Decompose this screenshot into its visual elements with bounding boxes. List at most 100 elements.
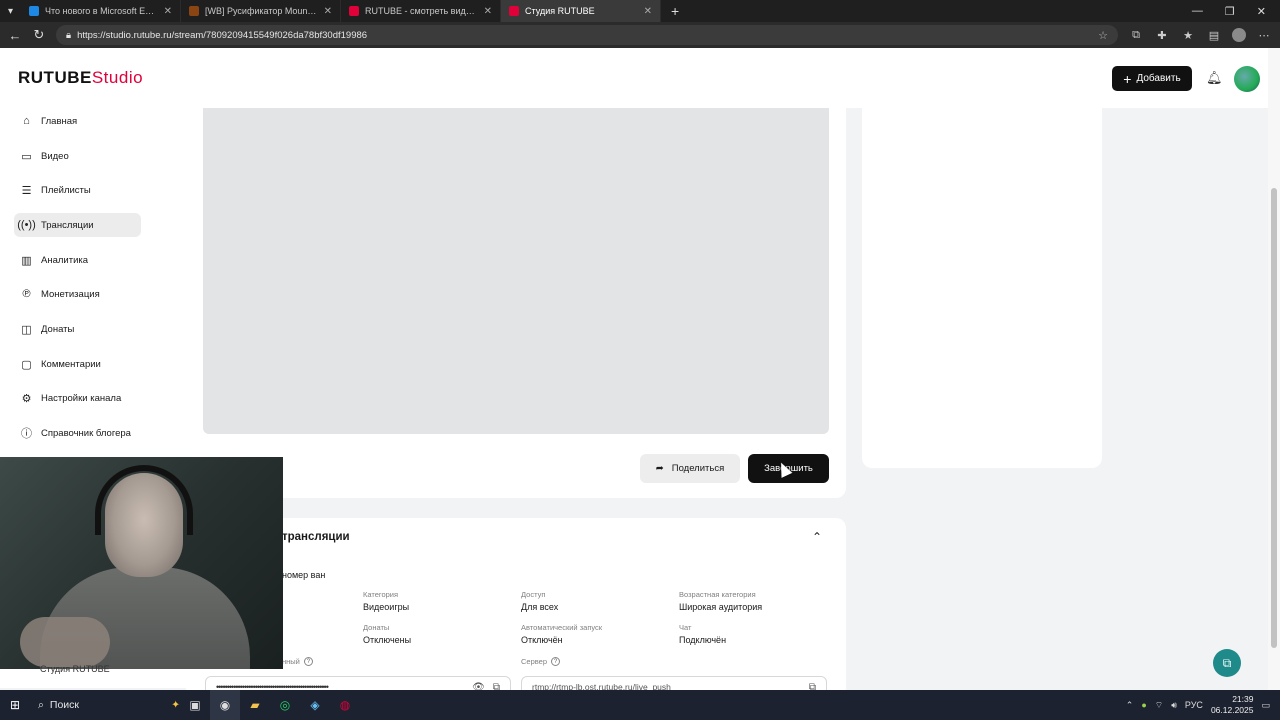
system-tray: ⌃ ● ⌔ 🔊︎ РУС 21:39 06.12.2025 ▭	[1126, 694, 1280, 716]
network-icon[interactable]: ⌔	[1155, 700, 1163, 711]
logo-main: RUTUBE	[18, 68, 92, 87]
stream-name: номер ван	[282, 570, 326, 580]
home-icon: ⌂	[23, 115, 30, 127]
help-icon[interactable]: ?	[551, 657, 561, 666]
sidebar-item-label: Комментарии	[41, 358, 101, 370]
sidebar-item-label: Видео	[41, 150, 69, 162]
add-button[interactable]: + Добавить	[1112, 66, 1192, 91]
sidebar-item-comments[interactable]: ▢ Комментарии	[14, 352, 141, 376]
site-favicon-icon	[189, 6, 200, 16]
field-value: Видеоигры	[363, 602, 410, 612]
stream-key-label: нный ?	[282, 657, 313, 666]
reload-icon[interactable]: ↻	[32, 27, 46, 43]
windows-start-icon[interactable]: ⊞	[0, 698, 30, 712]
sidebar-item-label: Трансляции	[41, 219, 94, 231]
language-indicator[interactable]: РУС	[1185, 700, 1203, 710]
stream-key-label-text: нный	[282, 657, 300, 666]
browser-tab-2[interactable]: RUTUBE - смотреть видео онлайн ✕	[341, 0, 502, 22]
sidebar-item-donations[interactable]: ◫ Донаты	[14, 317, 141, 341]
webcam-overlay	[0, 457, 283, 669]
donate-icon: ◫	[21, 323, 32, 336]
close-tab-icon[interactable]: ✕	[484, 6, 492, 17]
obs-icon[interactable]: ◍	[330, 690, 360, 720]
browser-tab-3[interactable]: Студия RUTUBE ✕	[501, 0, 662, 22]
close-tab-icon[interactable]: ✕	[644, 6, 652, 17]
maximize-icon[interactable]: ❐	[1225, 5, 1235, 18]
field-donations: Донаты Отключены	[363, 623, 411, 645]
edge-favicon-icon	[29, 6, 40, 16]
split-screen-icon[interactable]: ⧉	[1128, 29, 1144, 42]
minimize-icon[interactable]: —	[1192, 5, 1203, 18]
browser-addressbar: ← ↻ 🔒︎ https://studio.rutube.ru/stream/7…	[0, 22, 1280, 48]
tray-expand-icon[interactable]: ⌃	[1126, 700, 1134, 711]
user-avatar[interactable]	[1234, 66, 1260, 92]
field-label: Чат	[679, 623, 692, 632]
extensions-icon[interactable]: ✚	[1154, 29, 1170, 42]
field-value: Отключён	[521, 635, 563, 645]
sidebar-item-label: Аналитика	[41, 254, 89, 266]
field-label: Донаты	[363, 623, 390, 632]
help-icon[interactable]: ?	[303, 657, 313, 666]
stream-card: ➦ Поделиться Завершить	[186, 108, 846, 498]
sidebar-item-analytics[interactable]: ▥ Аналитика	[14, 248, 141, 272]
task-view-icon[interactable]: ▣	[180, 690, 210, 720]
close-tab-icon[interactable]: ✕	[324, 6, 332, 17]
new-tab-button[interactable]: +	[661, 3, 689, 19]
server-label-text: Сервер	[521, 657, 548, 666]
collections-icon[interactable]: ▤	[1206, 29, 1222, 42]
steam-icon[interactable]: ◈	[300, 690, 330, 720]
scrollbar-thumb[interactable]	[1271, 188, 1277, 648]
volume-icon[interactable]: 🔊︎	[1171, 700, 1177, 711]
sidebar-item-channel-settings[interactable]: ⚙ Настройки канала	[14, 386, 141, 410]
field-chat: Чат Подключён	[679, 623, 726, 645]
sidebar-item-streams[interactable]: ((•)) Трансляции	[14, 213, 141, 237]
notifications-bell-icon[interactable]: 🔔︎	[1206, 70, 1223, 86]
rutube-favicon-icon	[349, 6, 360, 16]
video-icon: ▭	[21, 150, 32, 163]
favorites-icon[interactable]: ★	[1180, 29, 1196, 42]
sidebar-item-label: Главная	[41, 115, 78, 127]
rutube-studio-logo[interactable]: RUTUBEStudio	[18, 68, 143, 88]
close-tab-icon[interactable]: ✕	[164, 6, 172, 17]
clock[interactable]: 21:39 06.12.2025	[1211, 694, 1254, 716]
tab-actions-icon[interactable]: ▾	[0, 6, 21, 17]
edge-taskbar-icon[interactable]: ◉	[210, 690, 240, 720]
profile-avatar[interactable]	[1232, 28, 1246, 42]
notifications-icon[interactable]: ▭	[1261, 700, 1270, 711]
more-menu-icon[interactable]: ⋯	[1256, 29, 1272, 42]
url-field[interactable]: 🔒︎ https://studio.rutube.ru/stream/78092…	[56, 25, 1118, 45]
browser-tab-1[interactable]: [WB] Русификатор Mount & Blade ✕	[181, 0, 342, 22]
field-label: Возрастная категория	[679, 590, 756, 599]
whatsapp-icon[interactable]: ◎	[270, 690, 300, 720]
sidebar-item-label: Настройки канала	[41, 392, 122, 404]
stream-preview-player[interactable]	[203, 108, 829, 434]
sidebar-item-monetization[interactable]: ℗ Монетизация	[14, 282, 141, 306]
page-scrollbar[interactable]	[1268, 48, 1280, 690]
field-access: Доступ Для всех	[521, 590, 558, 612]
sidebar-item-home[interactable]: ⌂ Главная	[14, 109, 141, 133]
sidebar-item-video[interactable]: ▭ Видео	[14, 144, 141, 168]
chevron-up-icon[interactable]: ⌃	[812, 530, 822, 544]
coin-icon: ℗	[22, 288, 31, 300]
close-window-icon[interactable]: ✕	[1257, 5, 1266, 18]
chart-icon: ▥	[21, 254, 32, 267]
sidebar-item-blogger-guide[interactable]: ⓘ Справочник блогера	[14, 421, 141, 445]
sidebar-item-label: Донаты	[41, 323, 75, 335]
field-value: Подключён	[679, 635, 727, 645]
taskbar-search[interactable]: ⌕ Поиск ✦	[30, 699, 180, 712]
headset-icon	[95, 465, 193, 535]
back-icon[interactable]: ←	[8, 28, 22, 43]
windows-taskbar: ⊞ ⌕ Поиск ✦ ▣ ◉ ▰ ◎ ◈ ◍ ⌃ ● ⌔ 🔊︎ РУС 21:…	[0, 690, 1280, 720]
support-chat-icon[interactable]: ⧉	[1213, 649, 1241, 677]
stream-info-card: трансляции ⌃ номер ван Категория Видеоиг…	[186, 518, 846, 698]
browser-tabbar: ▾ Что нового в Microsoft Edge ✕ [WB] Рус…	[0, 0, 1280, 22]
tab-title: Студия RUTUBE	[525, 6, 595, 16]
favorite-star-icon[interactable]: ☆	[1098, 29, 1108, 42]
share-button[interactable]: ➦ Поделиться	[640, 454, 740, 483]
sidebar-item-rutube-studio[interactable]: Студия RUTUBE	[40, 664, 110, 674]
info-section-title: трансляции	[282, 531, 350, 543]
tray-app-icon[interactable]: ●	[1141, 700, 1146, 710]
browser-tab-0[interactable]: Что нового в Microsoft Edge ✕	[21, 0, 182, 22]
file-explorer-icon[interactable]: ▰	[240, 690, 270, 720]
sidebar-item-playlists[interactable]: ☰ Плейлисты	[14, 178, 141, 202]
